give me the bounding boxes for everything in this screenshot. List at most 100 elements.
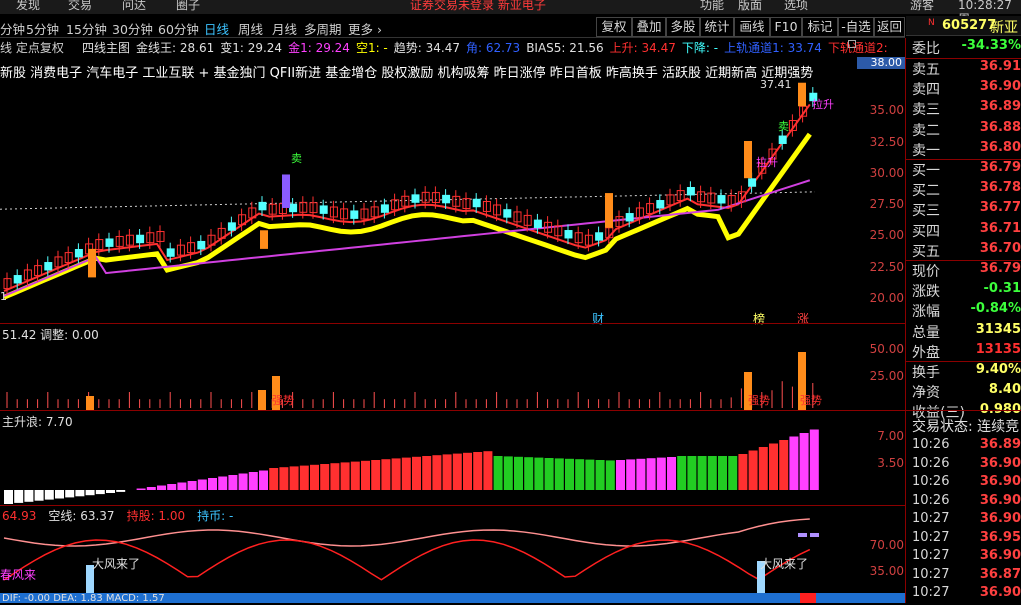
hold-marker [800, 593, 816, 603]
candle-body [259, 202, 266, 209]
candle-body [504, 210, 511, 217]
quote-label: 总量 [912, 322, 940, 342]
wave-bar [361, 461, 370, 490]
quote-row: 现价36.79 [906, 261, 1021, 281]
quote-row: 涨跌-0.31 [906, 281, 1021, 301]
wave-bar [239, 474, 248, 491]
multi-stock-button[interactable]: 多股 [666, 17, 700, 37]
candle-body [718, 196, 725, 203]
back-button[interactable]: 返回 [874, 17, 905, 37]
rise-mark[interactable]: 涨 [797, 310, 809, 327]
quote-row: 外盘 13135 [906, 342, 1021, 362]
indicator-value: 金1: 29.24 [288, 41, 350, 55]
main-indicator-title[interactable]: 四线主图 [82, 39, 130, 56]
period-more[interactable]: 更多 › [348, 19, 382, 38]
wave-bar [249, 472, 258, 490]
wave-bar [65, 490, 74, 497]
mark-button[interactable]: 标记 [802, 17, 838, 37]
menu-options[interactable]: 选项 [784, 0, 808, 12]
period-monthly[interactable]: 月线 [272, 19, 297, 38]
wave-bar [443, 454, 452, 490]
quote-row: 买四36.71 [906, 221, 1021, 241]
candle-body [687, 188, 694, 195]
adjust-indicator-title[interactable]: 51.42 调整: 0.00 [2, 326, 99, 343]
f10-button[interactable]: F10 [770, 17, 802, 37]
wave-bar [473, 452, 482, 490]
period-multi[interactable]: 多周期 [304, 19, 342, 38]
highlight-candle [88, 249, 96, 278]
wave-bar [106, 490, 115, 493]
wave-bar [167, 484, 176, 490]
candle-body [290, 204, 297, 211]
p2-axis-label: 25.00 [858, 369, 904, 383]
adjust-mode-label[interactable]: 线 定点复权 [0, 39, 64, 56]
quote-label: 涨幅 [912, 301, 940, 321]
wave-bar [279, 467, 288, 490]
main-wave-title[interactable]: 主升浪: 7.70 [2, 413, 73, 430]
p4-axis-label: 35.00 [858, 564, 904, 578]
panel-divider[interactable] [0, 410, 905, 411]
wave-bar [341, 462, 350, 490]
quote-value: 36.78 [980, 180, 1021, 195]
low-price-label: 1 [0, 290, 7, 303]
watchlist-button[interactable]: -自选 [838, 17, 874, 37]
quote-value: 9.40% [976, 362, 1021, 377]
panel-toggle-icon[interactable] [848, 40, 856, 48]
panel-divider[interactable] [0, 505, 905, 506]
period-30min[interactable]: 30分钟 [112, 19, 153, 38]
period-60min[interactable]: 60分钟 [158, 19, 199, 38]
period-5min[interactable]: 5分钟 [26, 19, 59, 38]
quote-row: 卖一36.80 [906, 140, 1021, 160]
wave-bar [555, 458, 564, 490]
menu-ask[interactable]: 问达 [122, 0, 146, 12]
candle-body [381, 205, 388, 212]
wave-bar [728, 456, 737, 490]
stats-button[interactable]: 统计 [700, 17, 734, 37]
menu-trade[interactable]: 交易 [68, 0, 92, 12]
gold-line [4, 134, 810, 297]
quote-row: 买三36.77 [906, 200, 1021, 220]
tick-time: 10:27 [912, 530, 949, 545]
tick-row: 10:2636.90 [906, 474, 1021, 494]
draw-button[interactable]: 画线 [734, 17, 770, 37]
wave-bar [800, 433, 809, 490]
board-mark[interactable]: 榜 [753, 310, 765, 327]
login-notice[interactable]: 证券交易未登录 新亚电子 [410, 0, 546, 12]
menu-function[interactable]: 功能 [700, 0, 724, 12]
price-axis-label: 35.00 [858, 103, 904, 117]
stock-code-bar[interactable]: N 605277 新亚 [906, 16, 1021, 36]
quote-label: 卖五 [912, 59, 940, 79]
overlay-button[interactable]: 叠加 [632, 17, 666, 37]
candle-body [443, 195, 450, 202]
restore-rights-button[interactable]: 复权 [596, 17, 632, 37]
tick-price: 36.90 [980, 548, 1021, 563]
candle-body [657, 201, 664, 208]
menu-discover[interactable]: 发现 [16, 0, 40, 12]
indicator-value: 下轨通道2: [828, 41, 888, 55]
period-weekly[interactable]: 周线 [238, 19, 263, 38]
trend-indicator-values: 64.93空线: 63.37持股: 1.00持币: - [2, 507, 245, 524]
purple-marker [798, 533, 807, 537]
quote-label: 卖一 [912, 140, 940, 160]
chart-toolbar: 分钟 5分钟 15分钟 30分钟 60分钟 日线 周线 月线 多周期 更多 › … [0, 16, 905, 38]
quote-value: 13135 [976, 342, 1021, 357]
menu-guest[interactable]: 游客 [910, 0, 934, 12]
finance-mark[interactable]: 财 [592, 310, 604, 327]
trend-value: 持股: 1.00 [127, 509, 186, 523]
menu-layout[interactable]: 版面 [738, 0, 762, 12]
tick-row: 10:2736.95 [906, 530, 1021, 550]
tick-time: 10:26 [912, 456, 949, 471]
p4-axis-label: 70.00 [858, 538, 904, 552]
quote-value: 31345 [976, 322, 1021, 337]
quote-label: 外盘 [912, 342, 940, 362]
wave-bar [330, 463, 339, 490]
quote-value: 36.79 [980, 160, 1021, 175]
lift-signal-1: 拉升 [756, 154, 778, 170]
panel-divider[interactable] [0, 323, 905, 324]
menu-circle[interactable]: 圈子 [176, 0, 200, 12]
period-daily[interactable]: 日线 [204, 19, 229, 38]
wave-bar [759, 447, 768, 490]
period-1min[interactable]: 分钟 [0, 19, 25, 38]
wave-bar [606, 460, 615, 490]
period-15min[interactable]: 15分钟 [66, 19, 107, 38]
